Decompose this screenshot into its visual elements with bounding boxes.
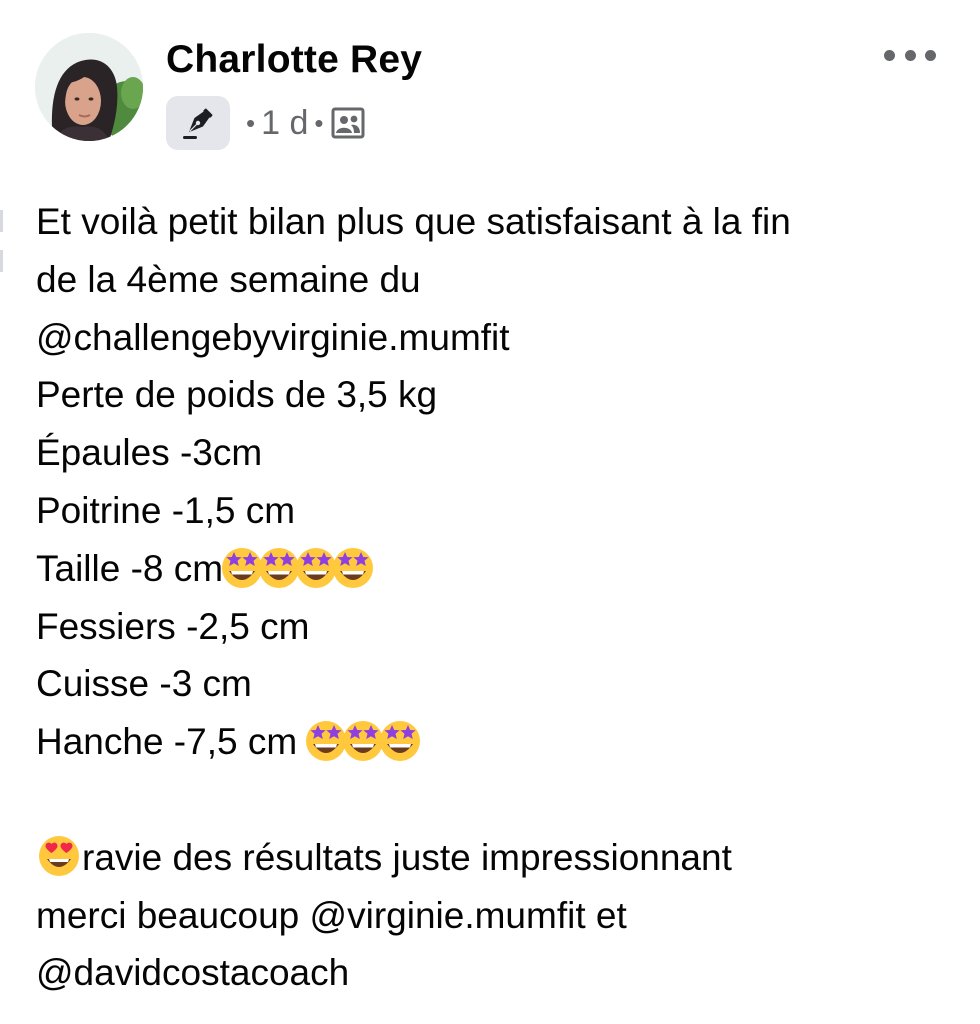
post-text-line: Perte de poids de 3,5 kg [36,374,438,416]
post-card: Charlotte Rey • 1 d • Et voilà petit bil… [0,0,980,1024]
post-text-line-with-emoji: Taille -8 cm [36,540,956,598]
badge[interactable] [166,96,230,150]
star-struck-emoji-group [306,721,421,762]
post-text: Taille -8 cm [36,547,224,589]
post-text-line: Fessiers -2,5 cm [36,605,310,647]
post-text-line: de la 4ème semaine du [36,258,421,300]
meta-separator: • [314,107,324,138]
friends-audience-icon[interactable] [331,107,365,139]
more-options-button[interactable] [884,38,936,72]
post-text-line: Poitrine -1,5 cm [36,489,296,531]
more-options-icon [904,49,916,61]
mention-line[interactable]: merci beaucoup @virginie.mumfit et [36,887,956,945]
star-struck-emoji-group [222,547,374,589]
post-text-line: Cuisse -3 cm [36,663,252,705]
post-text-line-with-emoji: Hanche -7,5 cm [36,713,956,771]
post-text: ravie des résultats juste impressionnant [82,836,732,878]
meta-separator: • [246,107,256,138]
star-struck-emoji [330,544,376,590]
edge-divider [0,210,4,280]
fountain-pen-icon [183,108,213,139]
post-text: Hanche -7,5 cm [36,721,308,763]
mention-link[interactable]: @davidcostacoach [36,944,956,1002]
avatar-photo [35,33,143,141]
more-options-icon [884,49,895,61]
post-body: Et voilà petit bilan plus que satisfaisa… [36,193,956,1002]
post-text-line-with-emoji: ravie des résultats juste impressionnant [36,829,956,887]
post-meta-text: • 1 d • [240,104,365,143]
avatar[interactable] [35,33,143,141]
mention-link[interactable]: @challengebyvirginie.mumfit [36,309,956,367]
star-struck-emoji [377,717,423,763]
author-name[interactable]: Charlotte Rey [166,38,422,82]
heart-eyes-emoji [36,833,82,879]
post-text-line: Et voilà petit bilan plus que satisfaisa… [36,201,791,242]
post-timestamp[interactable]: 1 d [261,104,308,143]
post-meta: • 1 d • [166,96,365,150]
post-text-line: Épaules -3cm [36,432,263,474]
more-options-icon [925,49,936,61]
